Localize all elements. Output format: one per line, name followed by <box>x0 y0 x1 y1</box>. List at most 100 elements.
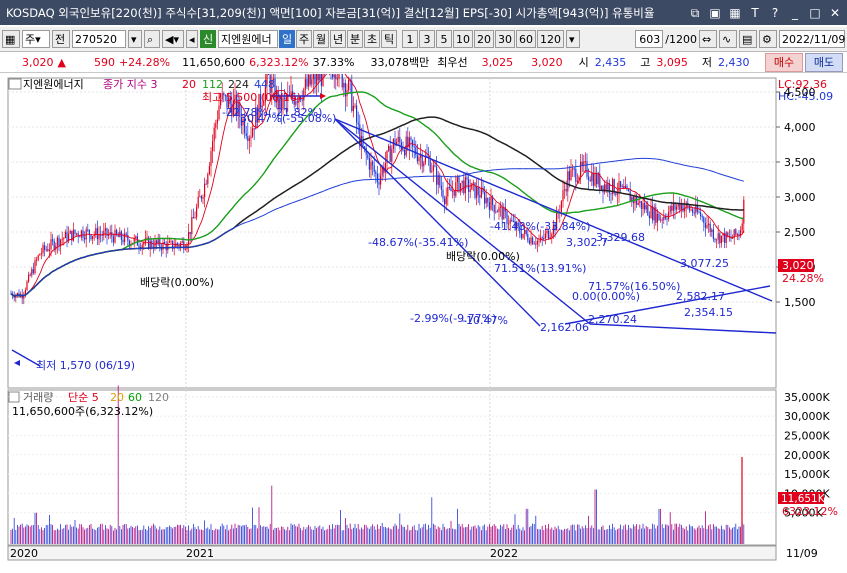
link-icon[interactable]: ⧉ <box>687 5 703 21</box>
code-dropdown-icon[interactable]: ▾ <box>128 30 142 48</box>
candle-body <box>103 230 105 236</box>
save-icon[interactable]: ▤ <box>739 30 757 48</box>
close-icon[interactable]: ✕ <box>827 5 843 21</box>
candle-body <box>538 240 540 242</box>
candle-body <box>338 60 340 79</box>
volume-legend-ma60: 60 <box>128 391 142 404</box>
stock-code-input[interactable]: 270520 <box>72 30 126 48</box>
candle-body <box>661 219 663 221</box>
interval-tab-5[interactable]: 30 <box>495 30 515 48</box>
candle-body <box>716 239 718 241</box>
candle-body <box>181 241 183 243</box>
candle-body <box>410 137 412 141</box>
maximize-icon[interactable]: □ <box>807 5 823 21</box>
low: 2,430 <box>718 55 750 69</box>
nav-icon[interactable]: ◂ <box>186 30 198 48</box>
candle-body <box>183 241 185 250</box>
sell-button[interactable]: 매도 <box>805 53 843 72</box>
settings-icon[interactable]: ⚙ <box>759 30 777 48</box>
candle-body <box>471 183 473 190</box>
candle-body <box>567 171 569 192</box>
prev-button[interactable]: 전 <box>52 30 70 48</box>
search-icon[interactable]: ⌕ <box>144 30 160 48</box>
legend-title: 종가 지수 3 <box>103 78 157 91</box>
period-tab-4[interactable]: 분 <box>347 30 363 48</box>
period-tab-0[interactable]: 일 <box>279 30 295 48</box>
count-input[interactable]: 603 <box>635 30 664 48</box>
candle-body <box>114 229 116 243</box>
candle-body <box>597 173 599 185</box>
candle-body <box>532 237 534 244</box>
price-volume-chart[interactable]: 지엔원에너지 종가 지수 3 20 112 224 448 LC:92.36 H… <box>0 45 847 570</box>
candle-body <box>188 232 190 245</box>
candle-body <box>600 185 602 190</box>
buy-button[interactable]: 매수 <box>765 53 803 72</box>
zoom-icon[interactable]: ⇔ <box>699 30 717 48</box>
candle-body <box>210 151 212 167</box>
interval-tab-7[interactable]: 120 <box>537 30 564 48</box>
period-tab-3[interactable]: 년 <box>330 30 346 48</box>
candle-body <box>479 195 481 198</box>
interval-tab-6[interactable]: 60 <box>516 30 536 48</box>
candle-body <box>732 237 734 239</box>
candle-body <box>528 240 530 244</box>
amount: 33,078백만 <box>370 56 430 69</box>
annotation-high: 최고 5,500 (06/16) <box>202 91 301 104</box>
sound-icon[interactable]: ◀▾ <box>162 30 184 48</box>
candle-body <box>380 175 382 185</box>
capture-icon[interactable]: ▦ <box>727 5 743 21</box>
candle-body <box>399 136 401 143</box>
candle-body <box>391 148 393 162</box>
interval-tab-0[interactable]: 1 <box>402 30 418 48</box>
interval-dropdown-icon[interactable]: ▾ <box>566 30 580 48</box>
date-value: 2022/11/09 <box>782 33 846 46</box>
interval-tab-4[interactable]: 20 <box>474 30 494 48</box>
candle-body <box>434 165 436 167</box>
help-icon[interactable]: ? <box>767 5 783 21</box>
indicator-icon[interactable]: ∿ <box>719 30 737 48</box>
candle-body <box>688 205 690 211</box>
interval-tab-3[interactable]: 10 <box>453 30 473 48</box>
candle-body <box>588 176 590 180</box>
candle-body <box>642 203 644 209</box>
volume-menu-icon[interactable] <box>8 391 20 403</box>
interval-tab-1[interactable]: 3 <box>419 30 435 48</box>
candle-body <box>303 88 305 101</box>
candle-body <box>197 197 199 208</box>
candle-body <box>143 243 145 245</box>
candle-body <box>120 231 122 240</box>
period-tab-1[interactable]: 주 <box>296 30 312 48</box>
date-input[interactable]: 2022/11/09 <box>779 30 845 48</box>
candle-body <box>82 230 84 238</box>
candle-body <box>92 236 94 240</box>
candle-body <box>463 180 465 194</box>
candle-body <box>647 205 649 216</box>
period-tab-5[interactable]: 초 <box>364 30 380 48</box>
stock-code-value: 270520 <box>75 33 117 46</box>
candle-body <box>96 228 98 240</box>
panel-menu-icon[interactable] <box>8 78 22 90</box>
grid-icon[interactable]: ▦ <box>2 30 20 48</box>
pin-icon[interactable]: ▣ <box>707 5 723 21</box>
candle-body <box>576 180 578 182</box>
period-tab-6[interactable]: 틱 <box>381 30 397 48</box>
volume: 11,650,600 <box>182 55 246 69</box>
candle-body <box>108 234 110 236</box>
period-tab-2[interactable]: 월 <box>313 30 329 48</box>
annotation-a2: 30.47%(-55.08%) <box>240 112 336 125</box>
candle-body <box>568 171 570 181</box>
chart-area[interactable]: 지엔원에너지 종가 지수 3 20 112 224 448 LC:92.36 H… <box>0 45 847 570</box>
x-axis-bar <box>7 545 777 561</box>
candle-body <box>693 212 695 214</box>
candle-body <box>448 186 450 188</box>
candle-body <box>74 229 76 234</box>
font-icon[interactable]: T <box>747 5 763 21</box>
candle-body <box>562 190 564 202</box>
candle-body <box>565 189 567 192</box>
change: 590 <box>93 55 115 69</box>
candle-body <box>520 233 522 238</box>
type-select[interactable]: 주▾ <box>22 30 50 48</box>
minimize-icon[interactable]: _ <box>787 5 803 21</box>
market-badge: 신 <box>200 30 216 48</box>
interval-tab-2[interactable]: 5 <box>436 30 452 48</box>
